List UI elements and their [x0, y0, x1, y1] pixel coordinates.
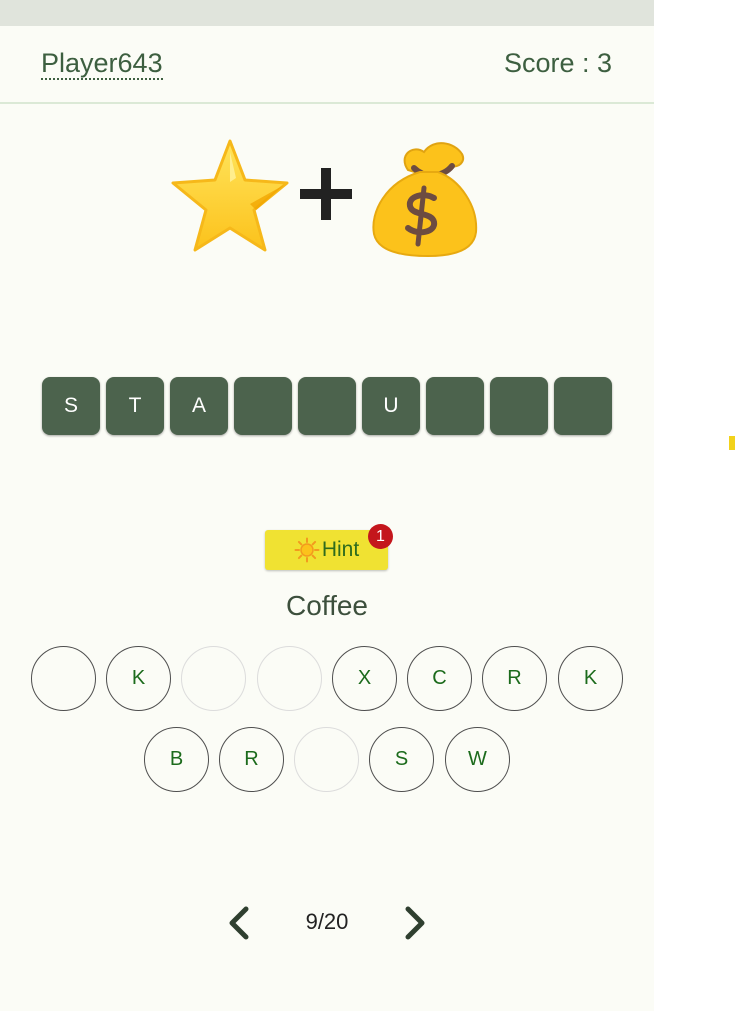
letter-button[interactable]: K	[558, 646, 623, 711]
page-indicator: 9/20	[305, 909, 349, 934]
letter-button[interactable]	[294, 727, 359, 792]
plus-sign	[300, 168, 352, 220]
answer-slot[interactable]	[554, 377, 612, 435]
letter-button[interactable]: R	[219, 727, 284, 792]
letter-button[interactable]	[181, 646, 246, 711]
letter-button[interactable]: K	[106, 646, 171, 711]
game-screen: Player643 Score : 3 S T A U Hint 1 Coffe…	[0, 0, 654, 1011]
answer-slot[interactable]	[426, 377, 484, 435]
letter-button[interactable]	[257, 646, 322, 711]
answer-slot[interactable]: U	[362, 377, 420, 435]
pagination: 9/20	[0, 895, 654, 951]
money-bag-emoji	[372, 142, 478, 258]
answer-slot[interactable]	[298, 377, 356, 435]
letter-button[interactable]: W	[445, 727, 510, 792]
answer-slot[interactable]: S	[42, 377, 100, 435]
score-label: Score : 3	[503, 48, 612, 78]
letter-button[interactable]	[31, 646, 96, 711]
answer-slot[interactable]: A	[170, 377, 228, 435]
letter-button[interactable]: C	[407, 646, 472, 711]
header: Player643 Score : 3	[0, 26, 654, 104]
answer-slot[interactable]: T	[106, 377, 164, 435]
category-label: Coffee	[286, 590, 368, 621]
player-name[interactable]: Player643	[41, 49, 163, 80]
hint-count-badge: 1	[368, 524, 393, 549]
status-bar	[0, 0, 654, 26]
letter-button[interactable]: S	[369, 727, 434, 792]
answer-slot[interactable]	[490, 377, 548, 435]
chevron-right-icon[interactable]	[395, 903, 435, 943]
letter-button[interactable]: X	[332, 646, 397, 711]
star-emoji	[171, 139, 289, 252]
letter-button[interactable]: R	[482, 646, 547, 711]
hint-label: Hint	[321, 538, 360, 561]
emoji-puzzle	[0, 128, 654, 268]
sun-icon	[294, 537, 320, 563]
letter-button[interactable]: B	[144, 727, 209, 792]
side-indicator	[729, 436, 735, 450]
answer-slot[interactable]	[234, 377, 292, 435]
